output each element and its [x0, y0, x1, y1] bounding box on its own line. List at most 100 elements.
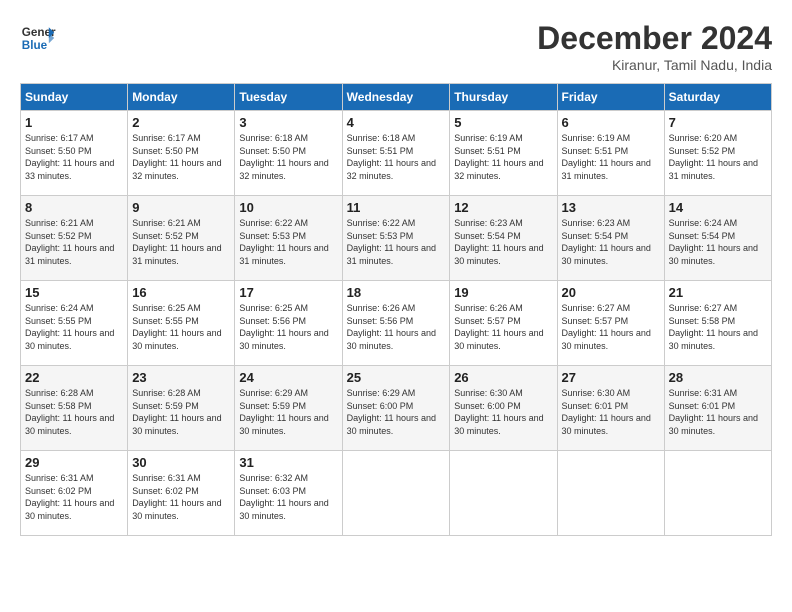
day-number: 7	[669, 115, 767, 130]
table-row: 8 Sunrise: 6:21 AMSunset: 5:52 PMDayligh…	[21, 196, 128, 281]
day-number: 22	[25, 370, 123, 385]
day-info: Sunrise: 6:29 AMSunset: 6:00 PMDaylight:…	[347, 387, 446, 437]
title-area: December 2024 Kiranur, Tamil Nadu, India	[537, 20, 772, 73]
table-row: 5 Sunrise: 6:19 AMSunset: 5:51 PMDayligh…	[450, 111, 557, 196]
day-number: 9	[132, 200, 230, 215]
table-row: 15 Sunrise: 6:24 AMSunset: 5:55 PMDaylig…	[21, 281, 128, 366]
table-row: 14 Sunrise: 6:24 AMSunset: 5:54 PMDaylig…	[664, 196, 771, 281]
day-number: 20	[562, 285, 660, 300]
location: Kiranur, Tamil Nadu, India	[537, 57, 772, 73]
day-number: 4	[347, 115, 446, 130]
day-info: Sunrise: 6:26 AMSunset: 5:57 PMDaylight:…	[454, 302, 552, 352]
day-info: Sunrise: 6:25 AMSunset: 5:56 PMDaylight:…	[239, 302, 337, 352]
table-row: 31 Sunrise: 6:32 AMSunset: 6:03 PMDaylig…	[235, 451, 342, 536]
col-header-tuesday: Tuesday	[235, 84, 342, 111]
day-info: Sunrise: 6:17 AMSunset: 5:50 PMDaylight:…	[132, 132, 230, 182]
day-number: 2	[132, 115, 230, 130]
table-row: 18 Sunrise: 6:26 AMSunset: 5:56 PMDaylig…	[342, 281, 450, 366]
day-info: Sunrise: 6:19 AMSunset: 5:51 PMDaylight:…	[454, 132, 552, 182]
table-row: 2 Sunrise: 6:17 AMSunset: 5:50 PMDayligh…	[128, 111, 235, 196]
day-info: Sunrise: 6:30 AMSunset: 6:00 PMDaylight:…	[454, 387, 552, 437]
day-number: 21	[669, 285, 767, 300]
page-header: General Blue December 2024 Kiranur, Tami…	[20, 20, 772, 73]
day-info: Sunrise: 6:32 AMSunset: 6:03 PMDaylight:…	[239, 472, 337, 522]
table-row: 20 Sunrise: 6:27 AMSunset: 5:57 PMDaylig…	[557, 281, 664, 366]
table-row: 29 Sunrise: 6:31 AMSunset: 6:02 PMDaylig…	[21, 451, 128, 536]
day-number: 25	[347, 370, 446, 385]
day-info: Sunrise: 6:28 AMSunset: 5:59 PMDaylight:…	[132, 387, 230, 437]
table-row: 1 Sunrise: 6:17 AMSunset: 5:50 PMDayligh…	[21, 111, 128, 196]
day-info: Sunrise: 6:18 AMSunset: 5:50 PMDaylight:…	[239, 132, 337, 182]
day-number: 24	[239, 370, 337, 385]
col-header-friday: Friday	[557, 84, 664, 111]
table-row	[450, 451, 557, 536]
day-info: Sunrise: 6:26 AMSunset: 5:56 PMDaylight:…	[347, 302, 446, 352]
table-row: 10 Sunrise: 6:22 AMSunset: 5:53 PMDaylig…	[235, 196, 342, 281]
calendar-table: SundayMondayTuesdayWednesdayThursdayFrid…	[20, 83, 772, 536]
day-info: Sunrise: 6:23 AMSunset: 5:54 PMDaylight:…	[454, 217, 552, 267]
svg-text:Blue: Blue	[22, 39, 48, 52]
day-info: Sunrise: 6:27 AMSunset: 5:57 PMDaylight:…	[562, 302, 660, 352]
table-row: 13 Sunrise: 6:23 AMSunset: 5:54 PMDaylig…	[557, 196, 664, 281]
table-row: 26 Sunrise: 6:30 AMSunset: 6:00 PMDaylig…	[450, 366, 557, 451]
table-row	[557, 451, 664, 536]
col-header-thursday: Thursday	[450, 84, 557, 111]
table-row: 6 Sunrise: 6:19 AMSunset: 5:51 PMDayligh…	[557, 111, 664, 196]
day-info: Sunrise: 6:28 AMSunset: 5:58 PMDaylight:…	[25, 387, 123, 437]
day-info: Sunrise: 6:22 AMSunset: 5:53 PMDaylight:…	[347, 217, 446, 267]
day-info: Sunrise: 6:31 AMSunset: 6:02 PMDaylight:…	[25, 472, 123, 522]
day-info: Sunrise: 6:30 AMSunset: 6:01 PMDaylight:…	[562, 387, 660, 437]
day-info: Sunrise: 6:22 AMSunset: 5:53 PMDaylight:…	[239, 217, 337, 267]
logo: General Blue	[20, 20, 56, 56]
day-number: 14	[669, 200, 767, 215]
table-row: 19 Sunrise: 6:26 AMSunset: 5:57 PMDaylig…	[450, 281, 557, 366]
day-info: Sunrise: 6:18 AMSunset: 5:51 PMDaylight:…	[347, 132, 446, 182]
day-info: Sunrise: 6:25 AMSunset: 5:55 PMDaylight:…	[132, 302, 230, 352]
table-row: 17 Sunrise: 6:25 AMSunset: 5:56 PMDaylig…	[235, 281, 342, 366]
table-row: 11 Sunrise: 6:22 AMSunset: 5:53 PMDaylig…	[342, 196, 450, 281]
col-header-wednesday: Wednesday	[342, 84, 450, 111]
day-number: 18	[347, 285, 446, 300]
day-info: Sunrise: 6:24 AMSunset: 5:54 PMDaylight:…	[669, 217, 767, 267]
table-row: 30 Sunrise: 6:31 AMSunset: 6:02 PMDaylig…	[128, 451, 235, 536]
table-row: 27 Sunrise: 6:30 AMSunset: 6:01 PMDaylig…	[557, 366, 664, 451]
table-row: 28 Sunrise: 6:31 AMSunset: 6:01 PMDaylig…	[664, 366, 771, 451]
table-row: 23 Sunrise: 6:28 AMSunset: 5:59 PMDaylig…	[128, 366, 235, 451]
col-header-monday: Monday	[128, 84, 235, 111]
day-number: 23	[132, 370, 230, 385]
day-number: 12	[454, 200, 552, 215]
day-info: Sunrise: 6:23 AMSunset: 5:54 PMDaylight:…	[562, 217, 660, 267]
day-info: Sunrise: 6:17 AMSunset: 5:50 PMDaylight:…	[25, 132, 123, 182]
day-number: 1	[25, 115, 123, 130]
day-number: 8	[25, 200, 123, 215]
day-number: 5	[454, 115, 552, 130]
col-header-sunday: Sunday	[21, 84, 128, 111]
day-number: 16	[132, 285, 230, 300]
month-title: December 2024	[537, 20, 772, 57]
day-number: 10	[239, 200, 337, 215]
table-row: 4 Sunrise: 6:18 AMSunset: 5:51 PMDayligh…	[342, 111, 450, 196]
day-number: 19	[454, 285, 552, 300]
day-info: Sunrise: 6:20 AMSunset: 5:52 PMDaylight:…	[669, 132, 767, 182]
day-info: Sunrise: 6:21 AMSunset: 5:52 PMDaylight:…	[25, 217, 123, 267]
day-number: 17	[239, 285, 337, 300]
day-info: Sunrise: 6:27 AMSunset: 5:58 PMDaylight:…	[669, 302, 767, 352]
table-row: 7 Sunrise: 6:20 AMSunset: 5:52 PMDayligh…	[664, 111, 771, 196]
table-row: 22 Sunrise: 6:28 AMSunset: 5:58 PMDaylig…	[21, 366, 128, 451]
table-row: 12 Sunrise: 6:23 AMSunset: 5:54 PMDaylig…	[450, 196, 557, 281]
day-number: 15	[25, 285, 123, 300]
day-info: Sunrise: 6:19 AMSunset: 5:51 PMDaylight:…	[562, 132, 660, 182]
table-row: 3 Sunrise: 6:18 AMSunset: 5:50 PMDayligh…	[235, 111, 342, 196]
day-number: 26	[454, 370, 552, 385]
table-row: 24 Sunrise: 6:29 AMSunset: 5:59 PMDaylig…	[235, 366, 342, 451]
day-number: 6	[562, 115, 660, 130]
day-number: 30	[132, 455, 230, 470]
table-row: 21 Sunrise: 6:27 AMSunset: 5:58 PMDaylig…	[664, 281, 771, 366]
day-number: 28	[669, 370, 767, 385]
day-number: 3	[239, 115, 337, 130]
day-info: Sunrise: 6:21 AMSunset: 5:52 PMDaylight:…	[132, 217, 230, 267]
table-row	[664, 451, 771, 536]
day-info: Sunrise: 6:24 AMSunset: 5:55 PMDaylight:…	[25, 302, 123, 352]
day-number: 27	[562, 370, 660, 385]
day-info: Sunrise: 6:31 AMSunset: 6:01 PMDaylight:…	[669, 387, 767, 437]
